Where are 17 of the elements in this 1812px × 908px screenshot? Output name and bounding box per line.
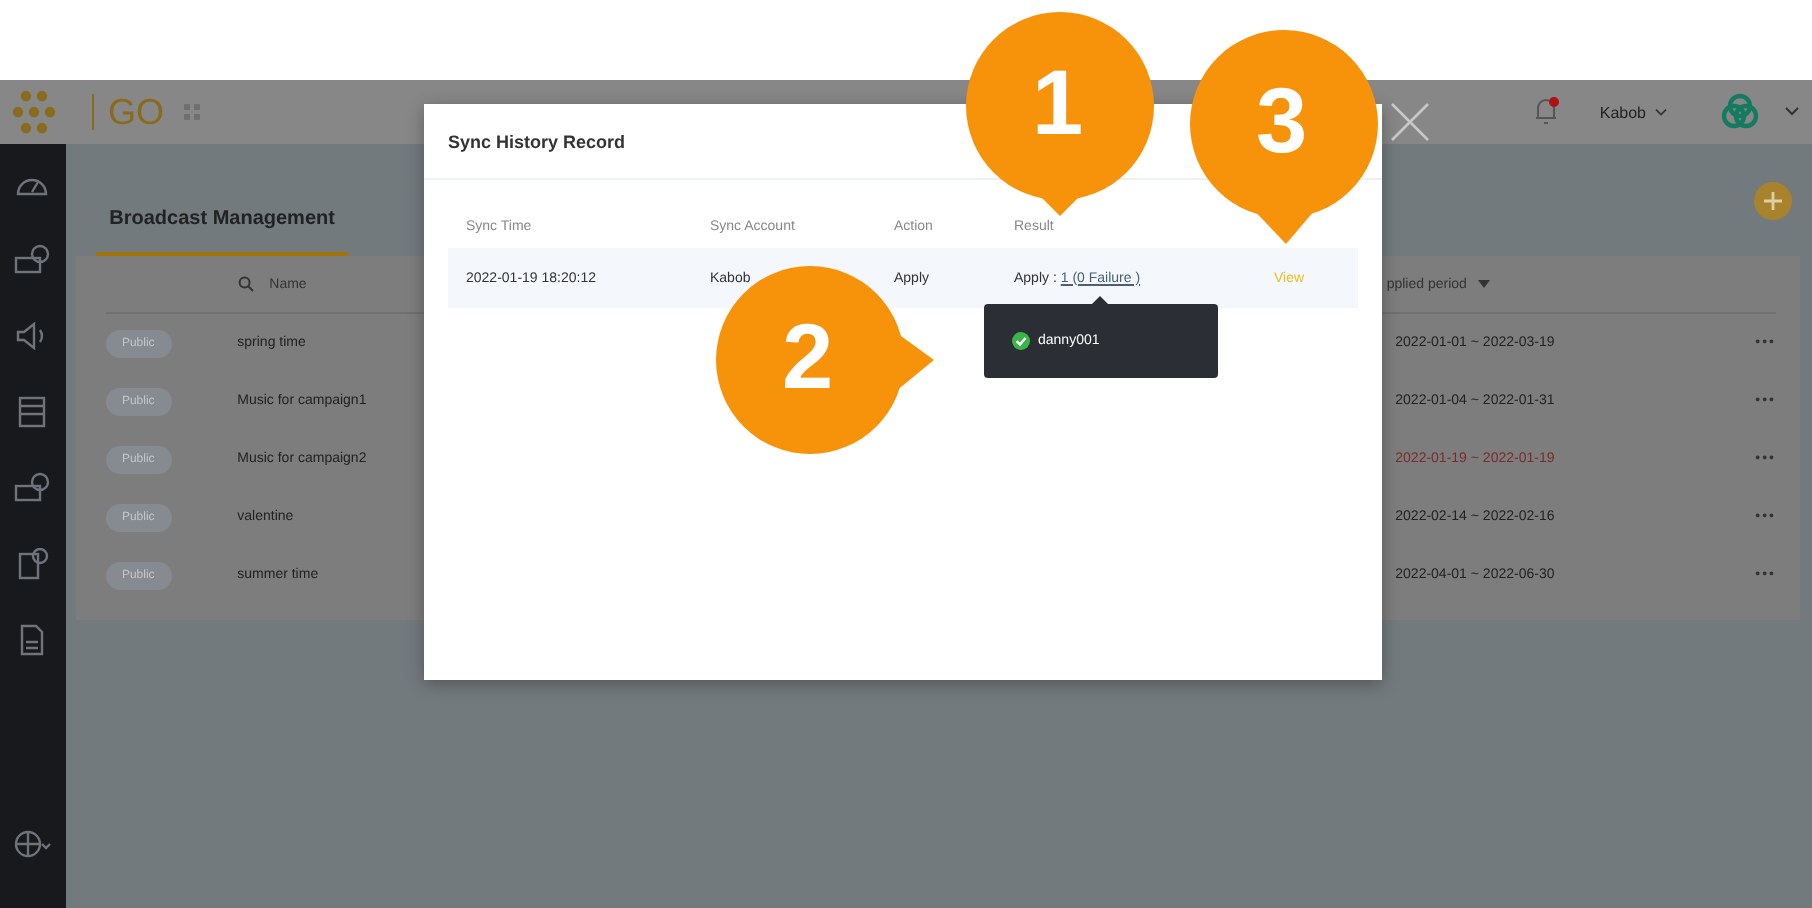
device-music-icon[interactable] (14, 244, 51, 276)
numbered-callout: 3 (1188, 28, 1384, 248)
globe-icon[interactable] (12, 828, 53, 860)
user-menu[interactable]: Kabob (1599, 103, 1646, 121)
chevron-down-icon[interactable] (1654, 107, 1668, 117)
logo-text: GO (92, 94, 165, 130)
numbered-callout: 1 (960, 8, 1160, 220)
bell-icon[interactable] (1531, 96, 1560, 128)
close-icon[interactable] (1390, 102, 1430, 142)
plus-icon (1764, 192, 1782, 210)
caret-down-icon[interactable] (1478, 280, 1491, 288)
add-button[interactable] (1754, 182, 1792, 220)
list-icon[interactable] (14, 396, 51, 428)
chevron-down-icon[interactable] (1784, 106, 1800, 118)
document-music-icon[interactable] (14, 548, 51, 580)
search-icon[interactable] (237, 276, 254, 292)
device-check-icon[interactable] (14, 472, 51, 504)
